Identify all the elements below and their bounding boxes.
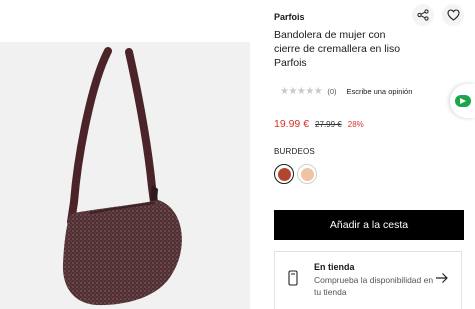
color-swatch-beige[interactable]: [297, 164, 317, 184]
rating-stars: ★★★★★: [280, 86, 323, 97]
swatch-fill: [277, 167, 291, 181]
store-title: En tienda: [314, 262, 355, 272]
color-label: BURDEOS: [274, 147, 315, 156]
add-to-cart-button[interactable]: Añadir a la cesta: [274, 210, 464, 240]
chat-launcher[interactable]: [450, 84, 475, 118]
heart-icon: [446, 9, 460, 21]
product-image[interactable]: [0, 42, 250, 309]
phone-store-icon: [288, 270, 298, 286]
brand-name[interactable]: Parfois: [274, 12, 305, 22]
write-review-link[interactable]: Escribe una opinión: [347, 87, 413, 96]
product-title: Bandolera de mujer con cierre de cremall…: [274, 29, 401, 69]
play-glyph: [460, 98, 466, 104]
arrow-right-icon: [436, 273, 448, 283]
store-availability-card[interactable]: En tienda Comprueba la disponibilidad en…: [274, 251, 462, 309]
color-swatch-burdeos[interactable]: [274, 164, 294, 184]
rating-row: ★★★★★ (0) Escribe una opinión: [280, 86, 412, 97]
rating-count: (0): [327, 87, 337, 96]
swatch-fill: [300, 167, 314, 181]
original-price: 27.99 €: [315, 120, 342, 129]
price-row: 19.99 € 27.99 € 28%: [274, 118, 364, 130]
share-button[interactable]: [412, 4, 434, 26]
store-subtitle: Comprueba la disponibilidad en tu tienda: [314, 275, 434, 297]
discount-percent: 28%: [347, 120, 364, 129]
favorite-button[interactable]: [442, 4, 464, 26]
share-icon: [417, 9, 429, 21]
current-price: 19.99 €: [274, 118, 310, 130]
